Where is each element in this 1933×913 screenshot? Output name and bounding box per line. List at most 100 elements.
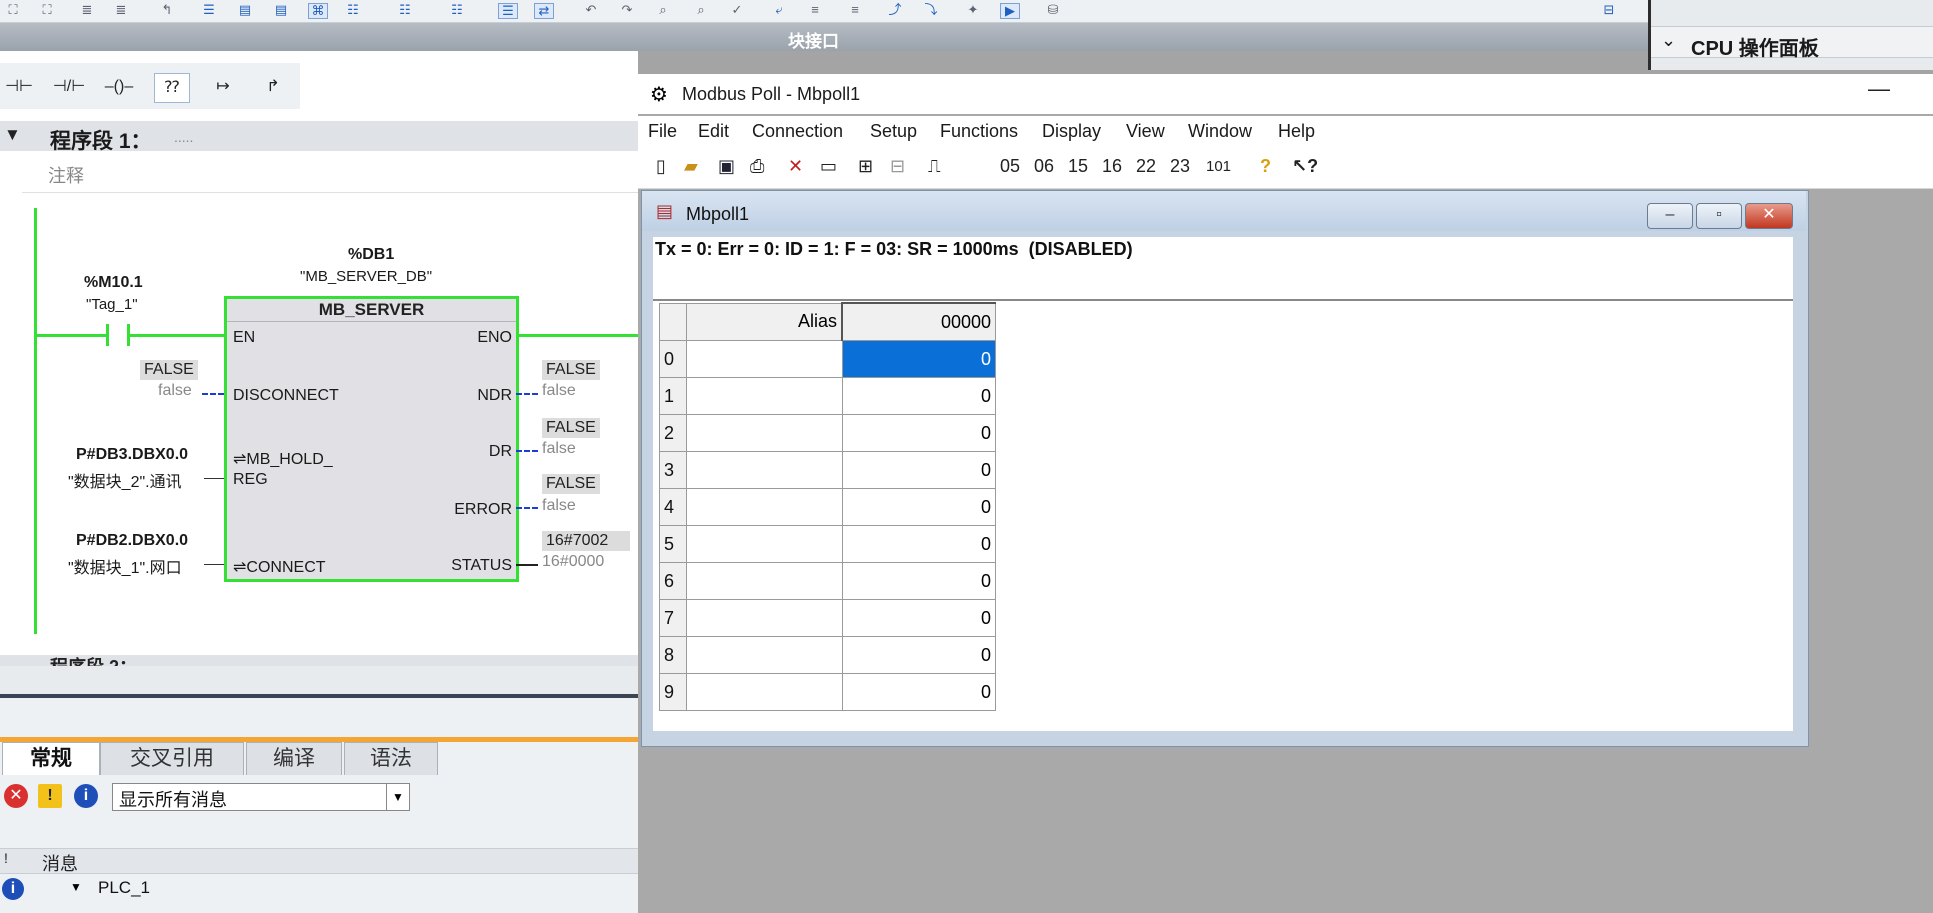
expand-icon[interactable]: ▼ bbox=[70, 880, 82, 894]
window-icon[interactable]: ▭ bbox=[820, 156, 837, 177]
context-help-icon[interactable]: ↖? bbox=[1292, 156, 1318, 177]
table-row[interactable]: 90 bbox=[659, 673, 996, 711]
menu-setup[interactable]: Setup bbox=[870, 121, 917, 142]
table-row[interactable]: 20 bbox=[659, 414, 996, 452]
block-interface-bar[interactable]: 块接口 bbox=[0, 23, 1648, 51]
open-branch-icon[interactable]: ↦ bbox=[206, 73, 240, 101]
pulse-icon[interactable]: ⎍ bbox=[928, 156, 941, 177]
save-icon[interactable]: ▣ bbox=[718, 156, 735, 177]
value-cell[interactable]: 0 bbox=[841, 414, 996, 452]
help-icon[interactable]: ? bbox=[1260, 156, 1271, 177]
child-close-button[interactable]: ✕ bbox=[1745, 203, 1793, 229]
toolbar-icon[interactable]: ⛶ bbox=[38, 3, 56, 17]
toolbar-icon[interactable]: ≡ bbox=[806, 3, 824, 17]
table-row[interactable]: 50 bbox=[659, 525, 996, 563]
empty-box-icon[interactable]: ⁇ bbox=[154, 73, 190, 103]
alias-cell[interactable] bbox=[686, 340, 843, 378]
toolbar-icon[interactable]: ≡ bbox=[846, 3, 864, 17]
toolbar-icon[interactable]: ⛁ bbox=[1044, 3, 1062, 17]
open-icon[interactable]: ▰ bbox=[684, 156, 698, 177]
value-cell[interactable]: 0 bbox=[841, 636, 996, 674]
menu-file[interactable]: File bbox=[648, 121, 677, 142]
tab-compile[interactable]: 编译 bbox=[246, 742, 342, 775]
toolbar-icon[interactable]: ▶ bbox=[1000, 3, 1020, 19]
function-22[interactable]: 22 bbox=[1136, 156, 1156, 177]
toolbar-icon[interactable]: ✦ bbox=[964, 3, 982, 17]
function-101[interactable]: 101 bbox=[1206, 158, 1231, 175]
menu-help[interactable]: Help bbox=[1278, 121, 1315, 142]
editor-scrollbar[interactable] bbox=[0, 666, 638, 694]
toolbar-icon[interactable]: ⌕ bbox=[654, 3, 672, 17]
toolbar-icon[interactable]: ⤶ bbox=[770, 3, 788, 17]
warning-filter-icon[interactable]: ! bbox=[38, 784, 62, 808]
mb-server-block[interactable]: MB_SERVER EN DISCONNECT ⇌MB_HOLD_ REG ⇌C… bbox=[224, 296, 519, 582]
function-16[interactable]: 16 bbox=[1102, 156, 1122, 177]
dr-param[interactable]: false bbox=[542, 440, 576, 458]
tab-cross-reference[interactable]: 交叉引用 bbox=[100, 742, 244, 775]
toolbar-icon[interactable]: ☰ bbox=[200, 3, 218, 17]
alias-cell[interactable] bbox=[686, 451, 843, 489]
toolbar-icon[interactable]: ▤ bbox=[272, 3, 290, 17]
delete-icon[interactable]: ✕ bbox=[788, 156, 803, 177]
minimize-button[interactable]: — bbox=[1868, 76, 1890, 102]
toolbar-icon[interactable]: ⤴ bbox=[886, 3, 904, 17]
nc-contact-icon[interactable]: ⊣/⊢ bbox=[52, 73, 86, 101]
disconnect-param[interactable]: false bbox=[158, 382, 192, 400]
message-row[interactable]: i ▼ PLC_1 bbox=[0, 874, 638, 902]
toolbar-icon[interactable]: ↰ bbox=[158, 3, 176, 17]
alias-cell[interactable] bbox=[686, 525, 843, 563]
toolbar-icon[interactable]: ↷ bbox=[618, 3, 636, 17]
alias-cell[interactable] bbox=[686, 488, 843, 526]
toolbar-icon[interactable]: ⌕ bbox=[692, 3, 710, 17]
toolbar-icon[interactable]: ↶ bbox=[582, 3, 600, 17]
mb-hold-reg-address[interactable]: P#DB3.DBX0.0 bbox=[76, 446, 188, 464]
toolbar-icon[interactable]: ⊟ bbox=[1600, 3, 1618, 17]
tab-syntax[interactable]: 语法 bbox=[344, 742, 438, 775]
value-cell[interactable]: 0 bbox=[841, 488, 996, 526]
error-filter-icon[interactable]: ✕ bbox=[4, 784, 28, 808]
connect-address[interactable]: P#DB2.DBX0.0 bbox=[76, 532, 188, 550]
value-cell[interactable]: 0 bbox=[841, 673, 996, 711]
menu-edit[interactable]: Edit bbox=[698, 121, 729, 142]
contact-address[interactable]: %M10.1 bbox=[84, 274, 143, 292]
toolbar-icon[interactable]: ☷ bbox=[448, 3, 466, 17]
child-maximize-button[interactable]: ▫ bbox=[1696, 203, 1742, 229]
value-cell[interactable]: 0 bbox=[841, 451, 996, 489]
alias-cell[interactable] bbox=[686, 414, 843, 452]
status-param[interactable]: 16#0000 bbox=[542, 553, 604, 571]
no-contact-icon[interactable]: ⊣⊢ bbox=[2, 73, 36, 101]
function-15[interactable]: 15 bbox=[1068, 156, 1088, 177]
modbus-title-bar[interactable]: ⚙ Modbus Poll - Mbpoll1 — bbox=[638, 74, 1933, 114]
contact-symbol[interactable] bbox=[106, 324, 130, 346]
table-row[interactable]: 80 bbox=[659, 636, 996, 674]
table-row[interactable]: 10 bbox=[659, 377, 996, 415]
value-cell[interactable]: 0 bbox=[841, 377, 996, 415]
table-row[interactable]: 70 bbox=[659, 599, 996, 637]
segment-comment[interactable]: 注释 bbox=[22, 156, 638, 193]
instance-db-address[interactable]: %DB1 bbox=[348, 246, 394, 264]
table-row[interactable]: 60 bbox=[659, 562, 996, 600]
new-icon[interactable]: ▯ bbox=[656, 156, 666, 177]
message-filter-select[interactable]: 显示所有消息 ▼ bbox=[112, 783, 410, 811]
toolbar-icon[interactable]: ⤵ bbox=[922, 3, 940, 17]
toolbar-icon[interactable]: ⌘ bbox=[308, 3, 328, 19]
value-cell[interactable]: 0 bbox=[841, 340, 996, 378]
child-minimize-button[interactable]: – bbox=[1647, 203, 1693, 229]
alias-cell[interactable] bbox=[686, 673, 843, 711]
alias-cell[interactable] bbox=[686, 562, 843, 600]
table-row[interactable]: 40 bbox=[659, 488, 996, 526]
tab-general[interactable]: 常规 bbox=[2, 742, 100, 775]
alias-cell[interactable] bbox=[686, 636, 843, 674]
function-23[interactable]: 23 bbox=[1170, 156, 1190, 177]
value-cell[interactable]: 0 bbox=[841, 525, 996, 563]
toolbar-icon[interactable]: ▤ bbox=[236, 3, 254, 17]
toolbar-icon[interactable]: ☷ bbox=[344, 3, 362, 17]
disconnect-icon[interactable]: ⊟ bbox=[890, 156, 905, 177]
toolbar-icon[interactable]: ☷ bbox=[396, 3, 414, 17]
menu-view[interactable]: View bbox=[1126, 121, 1165, 142]
menu-window[interactable]: Window bbox=[1188, 121, 1252, 142]
value-cell[interactable]: 0 bbox=[841, 599, 996, 637]
cpu-panel-header[interactable]: ⌄ CPU 操作面板 bbox=[1651, 26, 1933, 60]
error-param[interactable]: false bbox=[542, 497, 576, 515]
toolbar-icon[interactable]: ☰ bbox=[498, 3, 518, 19]
